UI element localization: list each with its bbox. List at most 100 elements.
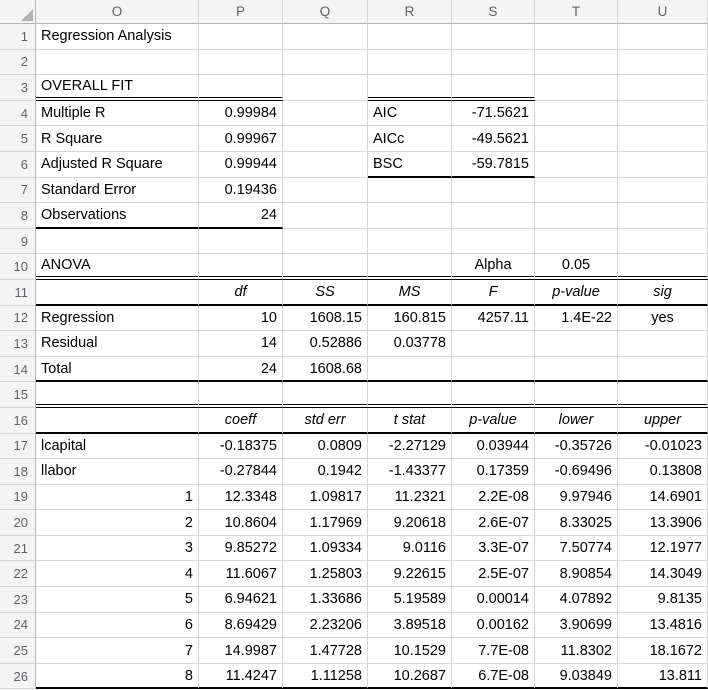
cell-T7[interactable] xyxy=(535,177,618,204)
cell-S23[interactable]: 0.00014 xyxy=(452,587,535,613)
cell-O13[interactable]: Residual xyxy=(36,331,199,357)
cell-R21[interactable]: 9.0116 xyxy=(368,535,452,562)
cell-O2[interactable] xyxy=(36,49,199,76)
cell-P23[interactable]: 6.94621 xyxy=(199,587,283,613)
row-header-24[interactable]: 24 xyxy=(0,612,36,639)
row-header-13[interactable]: 13 xyxy=(0,331,36,357)
cell-R18[interactable]: -1.43377 xyxy=(368,459,452,485)
cell-U11[interactable]: sig xyxy=(618,279,708,306)
cell-T6[interactable] xyxy=(535,151,618,178)
column-header-T[interactable]: T xyxy=(535,0,618,24)
cell-O10[interactable]: ANOVA xyxy=(36,254,199,280)
cell-U2[interactable] xyxy=(618,49,708,76)
cell-U12[interactable]: yes xyxy=(618,305,708,332)
cell-Q2[interactable] xyxy=(283,49,368,76)
cell-T16[interactable]: lower xyxy=(535,407,618,434)
cell-Q6[interactable] xyxy=(283,151,368,178)
cell-O24[interactable]: 6 xyxy=(36,612,199,639)
cell-U18[interactable]: 0.13808 xyxy=(618,459,708,485)
cell-U1[interactable] xyxy=(618,24,708,50)
cell-Q21[interactable]: 1.09334 xyxy=(283,535,368,562)
cell-R14[interactable] xyxy=(368,356,452,383)
cell-Q24[interactable]: 2.23206 xyxy=(283,612,368,639)
cell-P10[interactable] xyxy=(199,254,283,280)
cell-Q7[interactable] xyxy=(283,177,368,204)
cell-S16[interactable]: p-value xyxy=(452,407,535,434)
cell-O25[interactable]: 7 xyxy=(36,638,199,664)
cell-O9[interactable] xyxy=(36,228,199,255)
cell-U23[interactable]: 9.8135 xyxy=(618,587,708,613)
cell-P2[interactable] xyxy=(199,49,283,76)
column-header-O[interactable]: O xyxy=(36,0,199,24)
cell-P15[interactable] xyxy=(199,382,283,408)
cell-S7[interactable] xyxy=(452,177,535,204)
cell-T25[interactable]: 11.8302 xyxy=(535,638,618,664)
cell-O7[interactable]: Standard Error xyxy=(36,177,199,204)
cell-S20[interactable]: 2.6E-07 xyxy=(452,510,535,536)
cell-Q8[interactable] xyxy=(283,203,368,229)
cell-O20[interactable]: 2 xyxy=(36,510,199,536)
cell-P13[interactable]: 14 xyxy=(199,331,283,357)
cell-T12[interactable]: 1.4E-22 xyxy=(535,305,618,332)
cell-Q23[interactable]: 1.33686 xyxy=(283,587,368,613)
cell-U26[interactable]: 13.811 xyxy=(618,663,708,690)
cell-T17[interactable]: -0.35726 xyxy=(535,433,618,460)
cell-R17[interactable]: -2.27129 xyxy=(368,433,452,460)
row-header-15[interactable]: 15 xyxy=(0,382,36,408)
row-header-6[interactable]: 6 xyxy=(0,151,36,178)
cell-T4[interactable] xyxy=(535,100,618,127)
cell-S9[interactable] xyxy=(452,228,535,255)
cell-U5[interactable] xyxy=(618,126,708,152)
cell-Q19[interactable]: 1.09817 xyxy=(283,484,368,511)
cell-O23[interactable]: 5 xyxy=(36,587,199,613)
cell-U7[interactable] xyxy=(618,177,708,204)
row-header-14[interactable]: 14 xyxy=(0,356,36,383)
row-header-19[interactable]: 19 xyxy=(0,484,36,511)
cell-U10[interactable] xyxy=(618,254,708,280)
cell-S3[interactable] xyxy=(452,75,535,101)
cell-S4[interactable]: -71.5621 xyxy=(452,100,535,127)
cell-T26[interactable]: 9.03849 xyxy=(535,663,618,690)
cell-T10[interactable]: 0.05 xyxy=(535,254,618,280)
cell-P3[interactable] xyxy=(199,75,283,101)
cell-T21[interactable]: 7.50774 xyxy=(535,535,618,562)
cell-R12[interactable]: 160.815 xyxy=(368,305,452,332)
row-header-20[interactable]: 20 xyxy=(0,510,36,536)
cell-R1[interactable] xyxy=(368,24,452,50)
cell-O17[interactable]: lcapital xyxy=(36,433,199,460)
cell-R16[interactable]: t stat xyxy=(368,407,452,434)
cell-R26[interactable]: 10.2687 xyxy=(368,663,452,690)
cell-Q15[interactable] xyxy=(283,382,368,408)
cell-T23[interactable]: 4.07892 xyxy=(535,587,618,613)
cell-S12[interactable]: 4257.11 xyxy=(452,305,535,332)
row-header-5[interactable]: 5 xyxy=(0,126,36,152)
cell-R8[interactable] xyxy=(368,203,452,229)
cell-S15[interactable] xyxy=(452,382,535,408)
cell-T19[interactable]: 9.97946 xyxy=(535,484,618,511)
cell-O15[interactable] xyxy=(36,382,199,408)
cell-U8[interactable] xyxy=(618,203,708,229)
cell-O11[interactable] xyxy=(36,279,199,306)
cell-P16[interactable]: coeff xyxy=(199,407,283,434)
cell-U14[interactable] xyxy=(618,356,708,383)
cell-U9[interactable] xyxy=(618,228,708,255)
cell-U16[interactable]: upper xyxy=(618,407,708,434)
cell-S11[interactable]: F xyxy=(452,279,535,306)
cell-R19[interactable]: 11.2321 xyxy=(368,484,452,511)
cell-Q22[interactable]: 1.25803 xyxy=(283,561,368,588)
cell-R4[interactable]: AIC xyxy=(368,100,452,127)
cell-T8[interactable] xyxy=(535,203,618,229)
cell-T18[interactable]: -0.69496 xyxy=(535,459,618,485)
cell-R15[interactable] xyxy=(368,382,452,408)
cell-Q1[interactable] xyxy=(283,24,368,50)
cell-T14[interactable] xyxy=(535,356,618,383)
cell-P18[interactable]: -0.27844 xyxy=(199,459,283,485)
cell-O16[interactable] xyxy=(36,407,199,434)
cell-R24[interactable]: 3.89518 xyxy=(368,612,452,639)
row-header-26[interactable]: 26 xyxy=(0,663,36,690)
cell-R2[interactable] xyxy=(368,49,452,76)
cell-T3[interactable] xyxy=(535,75,618,101)
row-header-23[interactable]: 23 xyxy=(0,587,36,613)
cell-R5[interactable]: AICc xyxy=(368,126,452,152)
cell-S26[interactable]: 6.7E-08 xyxy=(452,663,535,690)
